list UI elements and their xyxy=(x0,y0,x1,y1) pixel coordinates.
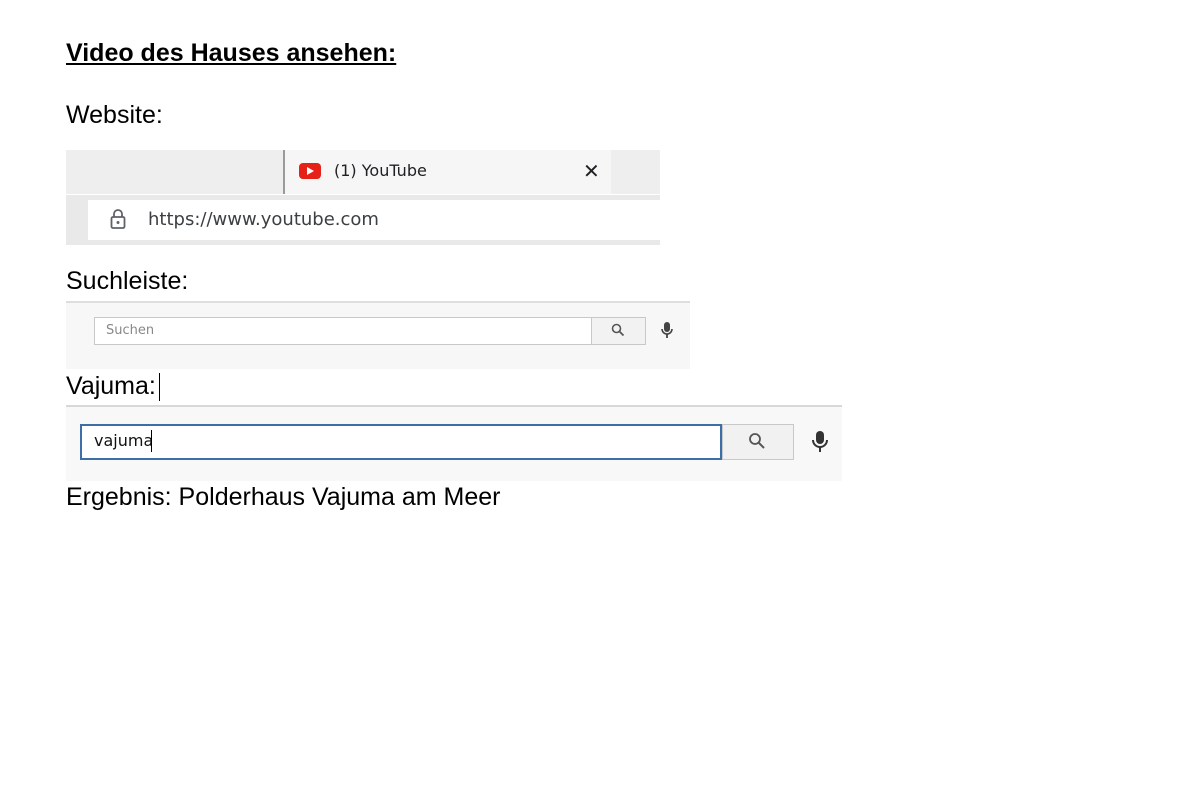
mic-icon[interactable] xyxy=(660,321,674,341)
close-icon[interactable]: ✕ xyxy=(583,160,600,182)
mic-icon[interactable] xyxy=(811,430,829,454)
text-cursor xyxy=(159,373,160,401)
search-input[interactable] xyxy=(94,317,592,345)
search-icon xyxy=(611,323,625,337)
vajuma-label: Vajuma: xyxy=(66,372,156,400)
lock-icon xyxy=(110,209,126,229)
search-query: vajuma xyxy=(94,431,154,450)
youtube-logo-icon xyxy=(299,163,321,179)
result-text: Ergebnis: Polderhaus Vajuma am Meer xyxy=(66,483,501,511)
page-title: Video des Hauses ansehen: xyxy=(66,39,397,67)
search-placeholder: Suchen xyxy=(106,323,155,338)
searchbar-label: Suchleiste: xyxy=(66,267,189,295)
search-input-focused[interactable] xyxy=(80,424,722,460)
url-text: https://www.youtube.com xyxy=(148,209,379,230)
input-caret xyxy=(151,430,152,452)
tab-title: (1) YouTube xyxy=(334,161,427,180)
browser-tab[interactable] xyxy=(283,150,611,194)
website-label: Website: xyxy=(66,101,163,129)
search-icon xyxy=(749,433,765,449)
